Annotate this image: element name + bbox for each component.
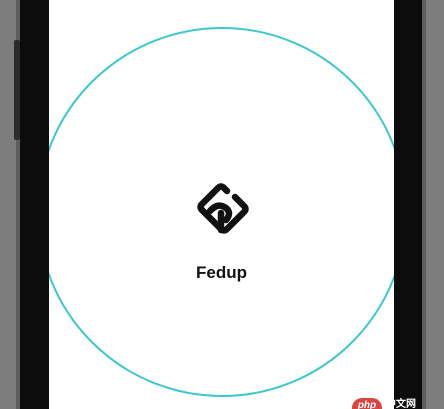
- app-name: Fedup: [196, 263, 247, 282]
- watermark: php 中文网: [352, 398, 444, 409]
- device-frame: Fedup php 中文网: [0, 0, 444, 409]
- fedup-logo-icon: [197, 183, 249, 234]
- splash-screen: Fedup: [49, 0, 394, 409]
- watermark-text: 中文网: [386, 399, 416, 409]
- device-edge-right: [422, 0, 426, 409]
- device-side-right: [426, 0, 444, 409]
- watermark-badge: php: [352, 398, 382, 409]
